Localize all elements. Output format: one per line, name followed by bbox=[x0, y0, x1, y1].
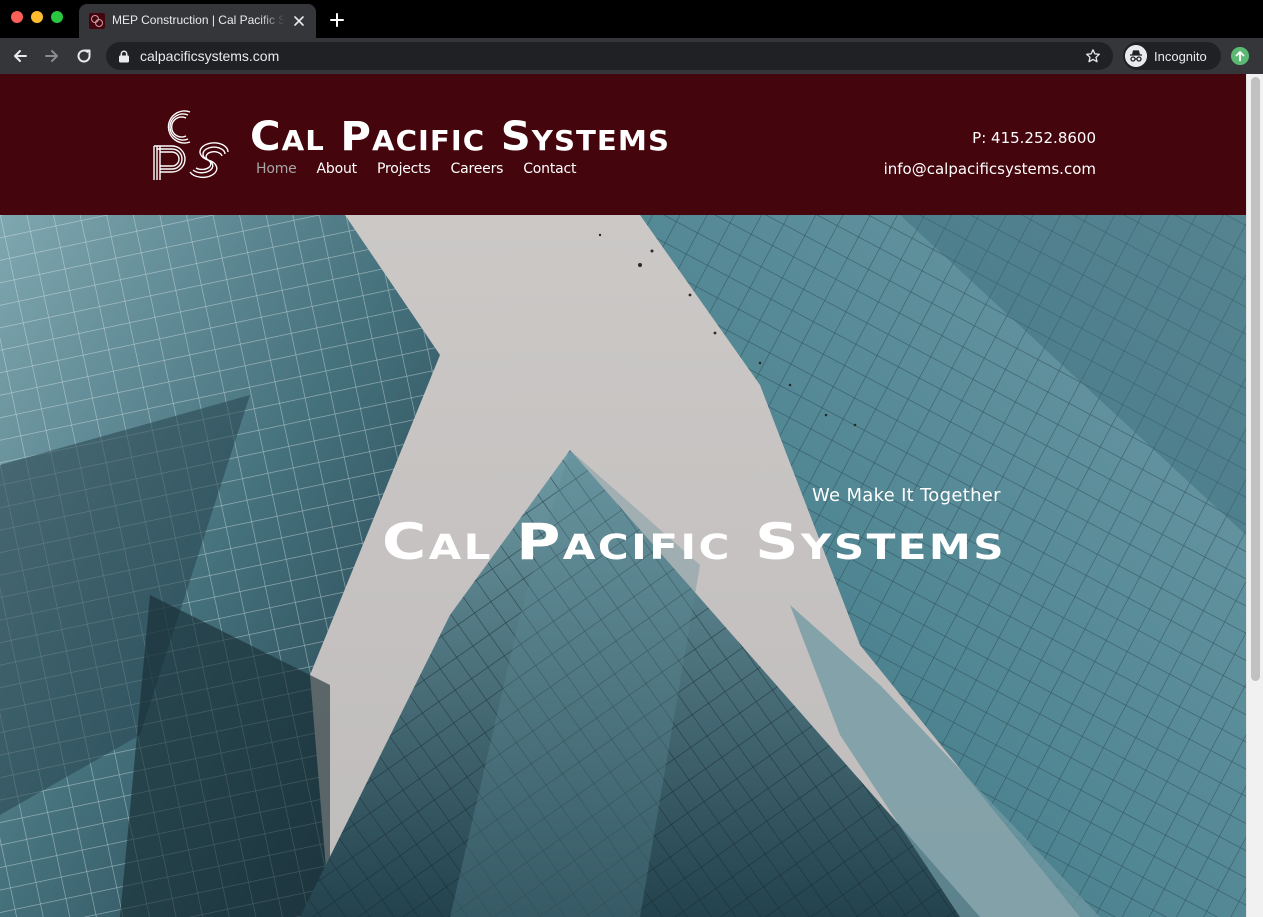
url-text[interactable]: calpacificsystems.com bbox=[140, 48, 279, 64]
nav-link-about[interactable]: About bbox=[317, 161, 358, 177]
lock-icon[interactable] bbox=[118, 50, 130, 63]
page-scrollbar[interactable] bbox=[1246, 74, 1263, 917]
main-nav: Home About Projects Careers Contact bbox=[256, 161, 577, 177]
hero-tagline: We Make It Together bbox=[812, 485, 1001, 506]
update-icon[interactable] bbox=[1231, 47, 1249, 65]
address-bar[interactable]: calpacificsystems.com bbox=[106, 42, 1113, 70]
forward-icon[interactable] bbox=[43, 47, 61, 65]
nav-link-home[interactable]: Home bbox=[256, 161, 297, 177]
site-header: Cal Pacific Systems Home About Projects … bbox=[0, 74, 1246, 215]
brand-wordmark-text: Cal Pacific Systems bbox=[250, 114, 670, 156]
maximize-window-button[interactable] bbox=[51, 11, 63, 23]
browser-toolbar: calpacificsystems.com Incognito bbox=[0, 38, 1263, 74]
brand-wordmark[interactable]: Cal Pacific Systems bbox=[250, 112, 675, 156]
nav-link-contact[interactable]: Contact bbox=[523, 161, 576, 177]
nav-link-careers[interactable]: Careers bbox=[451, 161, 504, 177]
hero-title: Cal Pacific Systems bbox=[382, 513, 1006, 567]
incognito-profile-button[interactable]: Incognito bbox=[1123, 42, 1221, 70]
email-link[interactable]: info@calpacificsystems.com bbox=[884, 161, 1096, 177]
star-icon[interactable] bbox=[1085, 48, 1101, 64]
plus-icon[interactable] bbox=[328, 11, 346, 29]
minimize-window-button[interactable] bbox=[31, 11, 43, 23]
site-favicon-icon bbox=[89, 13, 105, 29]
hero-banner: We Make It Together Cal Pacific Systems bbox=[0, 215, 1246, 917]
incognito-label: Incognito bbox=[1154, 49, 1207, 64]
contact-info: P: 415.252.8600 info@calpacificsystems.c… bbox=[884, 130, 1096, 177]
back-icon[interactable] bbox=[11, 47, 29, 65]
close-icon[interactable] bbox=[291, 13, 307, 29]
close-window-button[interactable] bbox=[11, 11, 23, 23]
reload-icon[interactable] bbox=[75, 47, 93, 65]
browser-tab[interactable]: MEP Construction | Cal Pacific Systems bbox=[79, 4, 316, 38]
page-viewport: Cal Pacific Systems Home About Projects … bbox=[0, 74, 1263, 917]
tab-title-fade bbox=[259, 10, 285, 32]
phone-number[interactable]: P: 415.252.8600 bbox=[884, 130, 1096, 146]
incognito-icon bbox=[1125, 45, 1147, 67]
browser-tab-strip: MEP Construction | Cal Pacific Systems bbox=[0, 0, 1263, 38]
hero-title-text: Cal Pacific Systems bbox=[382, 513, 1006, 567]
nav-link-projects[interactable]: Projects bbox=[377, 161, 431, 177]
scrollbar-thumb[interactable] bbox=[1251, 77, 1260, 681]
cps-logo-icon[interactable] bbox=[150, 100, 232, 182]
